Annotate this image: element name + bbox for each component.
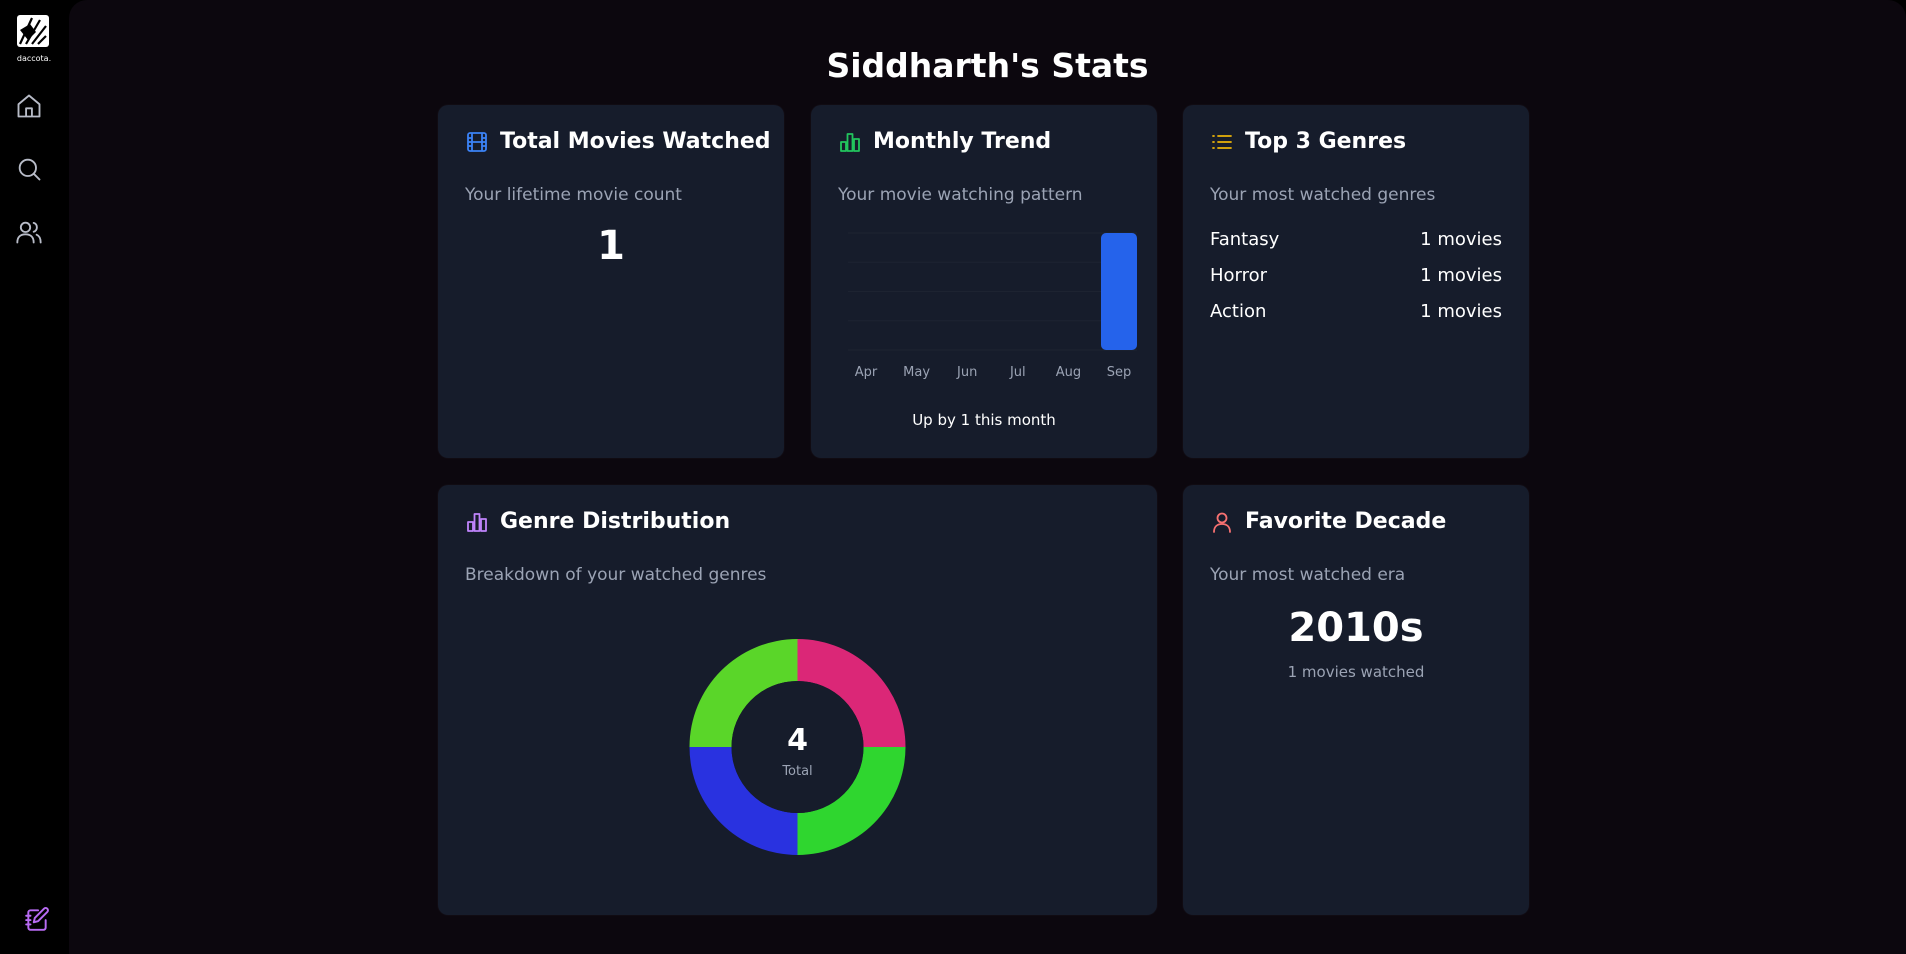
genre-name: Horror	[1210, 265, 1268, 286]
top-genres-card: Top 3 Genres Your most watched genres Fa…	[1183, 105, 1529, 458]
month-label: Apr	[854, 365, 878, 380]
month-label: Jun	[957, 365, 978, 380]
total-movies-title: Total Movies Watched	[465, 129, 771, 154]
month-labels: Apr May Jun Jul Aug Sep	[811, 365, 1157, 385]
list-icon	[1212, 134, 1232, 149]
app-logo[interactable]: daccota.	[14, 14, 58, 63]
card-title-text: Top 3 Genres	[1245, 129, 1407, 154]
film-icon	[467, 131, 487, 152]
main-content: Siddharth's Stats Total Movies Watched Y…	[69, 0, 1906, 954]
total-movies-subtitle: Your lifetime movie count	[465, 185, 682, 205]
top-genres-title: Top 3 Genres	[1210, 129, 1406, 154]
trend-note: Up by 1 this month	[912, 411, 1056, 429]
favorite-decade-title: Favorite Decade	[1210, 509, 1446, 534]
genre-name: Fantasy	[1210, 229, 1280, 250]
edit-notebook-icon[interactable]	[24, 906, 50, 932]
card-title-text: Total Movies Watched	[500, 129, 771, 154]
genre-row: Horror 1 movies	[1210, 265, 1502, 286]
month-label: May	[903, 365, 931, 380]
donut-total-label: Total	[782, 764, 813, 779]
sidebar: daccota.	[0, 0, 69, 954]
genre-count: 1 movies	[1420, 265, 1502, 286]
trend-bar[interactable]	[1101, 233, 1137, 350]
favorite-decade-caption: 1 movies watched	[1287, 663, 1425, 681]
genre-count: 1 movies	[1420, 301, 1502, 322]
genre-name: Action	[1210, 301, 1267, 322]
total-movies-card: Total Movies Watched Your lifetime movie…	[438, 105, 784, 458]
month-label: Jul	[1009, 365, 1026, 380]
donut-total-value: 4	[787, 723, 808, 758]
genre-distribution-card: Genre Distribution Breakdown of your wat…	[438, 485, 1157, 915]
total-movies-count: 1	[597, 223, 625, 269]
genre-count: 1 movies	[1420, 229, 1502, 250]
favorite-decade-value: 2010s	[1288, 605, 1424, 651]
logo-text: daccota.	[16, 54, 52, 63]
genre-row: Fantasy 1 movies	[1210, 229, 1502, 250]
home-icon[interactable]	[15, 92, 43, 120]
top-genres-subtitle: Your most watched genres	[1210, 185, 1436, 205]
favorite-decade-card: Favorite Decade Your most watched era 20…	[1183, 485, 1529, 915]
card-title-text: Favorite Decade	[1245, 509, 1447, 534]
favorite-decade-subtitle: Your most watched era	[1210, 565, 1406, 585]
genre-row: Action 1 movies	[1210, 301, 1502, 322]
page-title: Siddharth's Stats	[826, 46, 1149, 85]
month-label: Aug	[1055, 365, 1082, 380]
monthly-trend-chart	[1101, 233, 1137, 350]
search-icon[interactable]	[15, 155, 43, 183]
month-label: Sep	[1106, 365, 1132, 380]
user-icon	[1213, 512, 1231, 533]
monthly-trend-card: Monthly Trend Your movie watching patter…	[811, 105, 1157, 458]
daccota-logo-icon	[17, 15, 49, 47]
users-icon[interactable]	[15, 218, 43, 246]
genre-donut-chart	[689, 639, 906, 855]
